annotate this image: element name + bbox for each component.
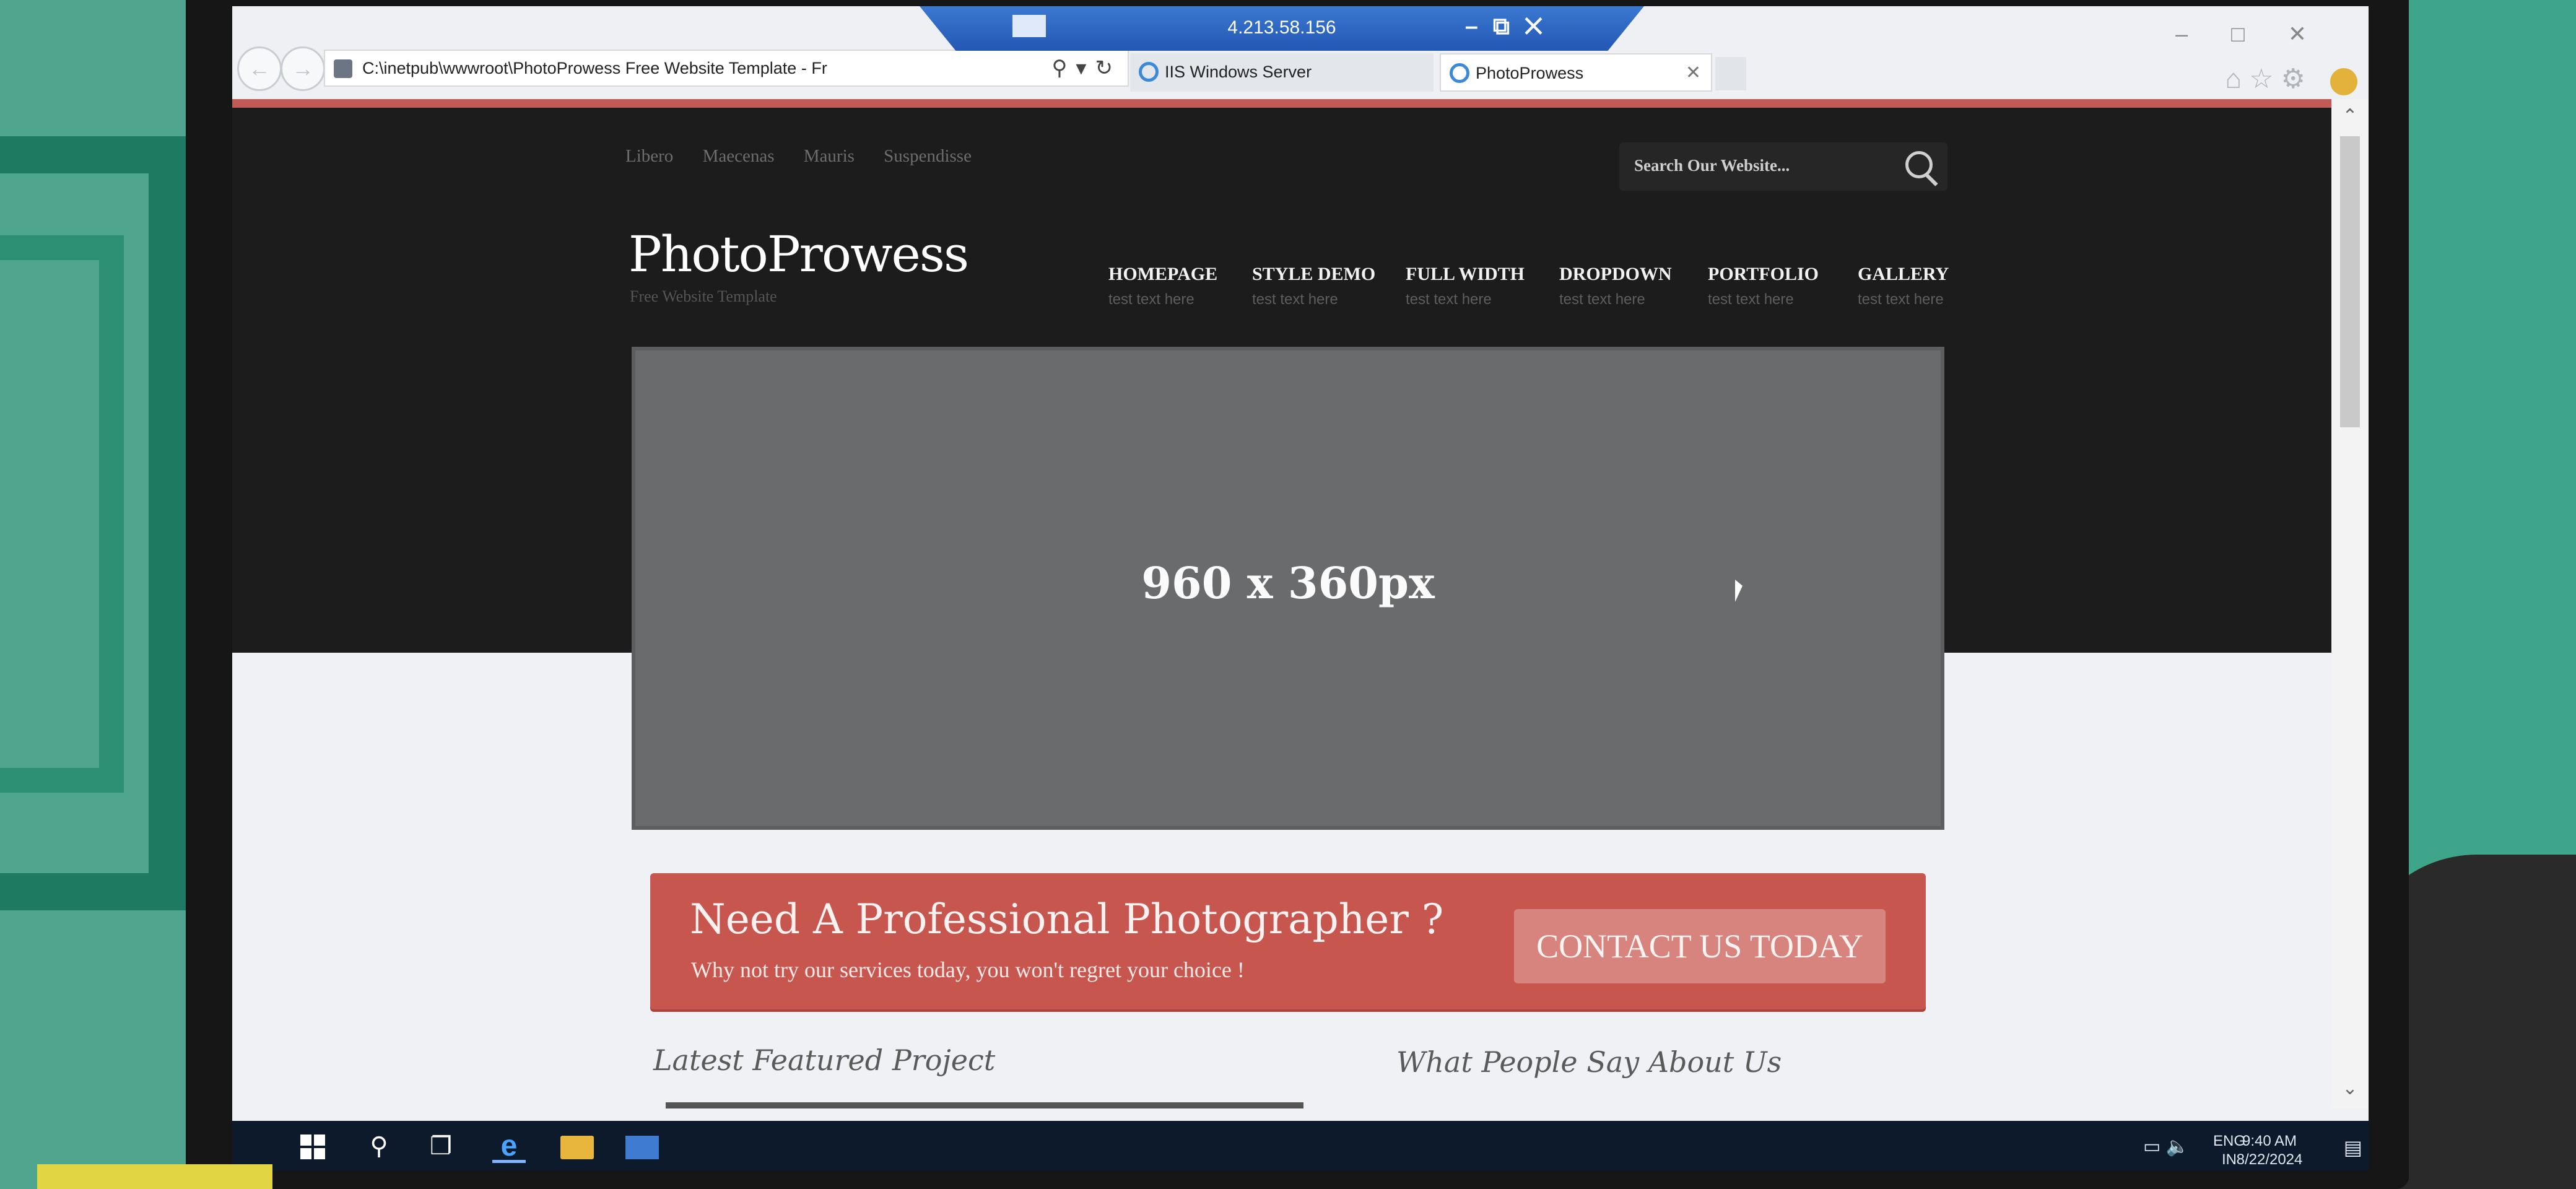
contact-us-button[interactable]: CONTACT US TODAY bbox=[1514, 909, 1886, 983]
window-controls[interactable]: –□✕ bbox=[2175, 21, 2350, 47]
site-logo[interactable]: PhotoProwess bbox=[629, 225, 969, 283]
nav-item-full-width[interactable]: FULL WIDTH test text here bbox=[1406, 264, 1525, 308]
section-title-featured: Latest Featured Project bbox=[653, 1043, 996, 1077]
rdp-connection-bar: 4.213.58.156 –⧉✕ bbox=[920, 6, 1644, 51]
time: 9:40 AM bbox=[2242, 1133, 2297, 1149]
web-page: Libero Maecenas Mauris Suspendisse Searc… bbox=[232, 99, 2331, 1108]
taskbar: ⚲ ❐ e ▭ 🔈 ENG IN 9:40 AM 8/22/2024 ▤ bbox=[232, 1121, 2369, 1170]
wall-pattern-inner bbox=[0, 235, 124, 793]
task-view-icon[interactable]: ❐ bbox=[424, 1130, 458, 1163]
cta-subtitle: Why not try our services today, you won'… bbox=[691, 957, 1245, 982]
network-volume-icons[interactable]: ▭ 🔈 bbox=[2143, 1136, 2189, 1157]
mouse-cursor bbox=[1735, 580, 1743, 602]
top-link[interactable]: Maecenas bbox=[703, 146, 775, 166]
home-favorites-settings-icons[interactable]: ⌂☆⚙ bbox=[2226, 63, 2313, 95]
ie-icon bbox=[1139, 62, 1159, 82]
search-icon[interactable]: ⚲ bbox=[362, 1130, 396, 1163]
slider-placeholder-text: 960 x 360px bbox=[1141, 557, 1435, 609]
nav-item-gallery[interactable]: GALLERY test text here bbox=[1858, 264, 1949, 308]
page-scrollbar[interactable]: ⌃ ⌄ bbox=[2331, 99, 2369, 1108]
date: 8/22/2024 bbox=[2236, 1151, 2303, 1168]
scroll-thumb[interactable] bbox=[2340, 136, 2360, 427]
nav-item-dropdown[interactable]: DROPDOWN test text here bbox=[1559, 264, 1672, 308]
tab-label: IIS Windows Server bbox=[1165, 63, 1312, 81]
tab-iis[interactable]: IIS Windows Server bbox=[1130, 53, 1434, 92]
hero-slider[interactable]: 960 x 360px bbox=[632, 347, 1944, 830]
server-manager-icon[interactable] bbox=[625, 1136, 659, 1159]
page-icon bbox=[334, 59, 352, 78]
search-placeholder: Search Our Website... bbox=[1634, 156, 1790, 175]
tab-photoprowess[interactable]: PhotoProwess ✕ bbox=[1440, 53, 1712, 92]
back-button[interactable]: ← bbox=[237, 46, 282, 91]
feedback-icon[interactable] bbox=[2330, 68, 2357, 95]
clock[interactable]: 9:40 AM 8/22/2024 bbox=[2214, 1132, 2325, 1169]
section-title-testimonials: What People Say About Us bbox=[1396, 1045, 1782, 1079]
background-wall-left bbox=[0, 0, 211, 1189]
scroll-down-icon[interactable]: ⌄ bbox=[2331, 1078, 2369, 1102]
cta-banner: Need A Professional Photographer ? Why n… bbox=[650, 873, 1926, 1009]
windows-start-icon[interactable] bbox=[300, 1135, 325, 1159]
top-link[interactable]: Mauris bbox=[804, 146, 855, 166]
search-refresh-icons[interactable]: ⚲▾↻ bbox=[1052, 51, 1121, 85]
cta-title: Need A Professional Photographer ? bbox=[690, 895, 1444, 943]
address-text: C:\inetpub\wwwroot\PhotoProwess Free Web… bbox=[362, 59, 827, 77]
file-explorer-icon[interactable] bbox=[560, 1136, 594, 1159]
internet-explorer-icon[interactable]: e bbox=[492, 1130, 526, 1163]
nav-item-homepage[interactable]: HOMEPAGE test text here bbox=[1108, 264, 1217, 308]
sticker bbox=[37, 1164, 272, 1189]
nav-item-style-demo[interactable]: STYLE DEMO test text here bbox=[1252, 264, 1375, 308]
search-icon[interactable] bbox=[1905, 151, 1933, 178]
close-icon[interactable]: ✕ bbox=[1686, 54, 1701, 92]
new-tab-button[interactable] bbox=[1715, 57, 1746, 90]
top-links: Libero Maecenas Mauris Suspendisse bbox=[625, 146, 996, 167]
screen: –□✕ ← → C:\inetpub\wwwroot\PhotoProwess … bbox=[232, 6, 2369, 1170]
site-tagline: Free Website Template bbox=[630, 287, 777, 305]
nav-item-portfolio[interactable]: PORTFOLIO test text here bbox=[1708, 264, 1819, 308]
forward-button[interactable]: → bbox=[281, 46, 325, 91]
top-accent-line bbox=[232, 99, 2331, 108]
ie-icon bbox=[1450, 63, 1469, 83]
project-thumbnail[interactable] bbox=[666, 1102, 1303, 1108]
rdp-window-controls[interactable]: –⧉✕ bbox=[1465, 14, 1557, 40]
top-link[interactable]: Libero bbox=[625, 146, 673, 166]
address-bar[interactable]: C:\inetpub\wwwroot\PhotoProwess Free Web… bbox=[324, 50, 1129, 87]
top-link[interactable]: Suspendisse bbox=[884, 146, 972, 166]
site-search-input[interactable]: Search Our Website... bbox=[1619, 142, 1947, 191]
notification-icon[interactable]: ▤ bbox=[2344, 1136, 2362, 1159]
scroll-up-icon[interactable]: ⌃ bbox=[2331, 105, 2369, 130]
tab-label: PhotoProwess bbox=[1476, 64, 1584, 82]
